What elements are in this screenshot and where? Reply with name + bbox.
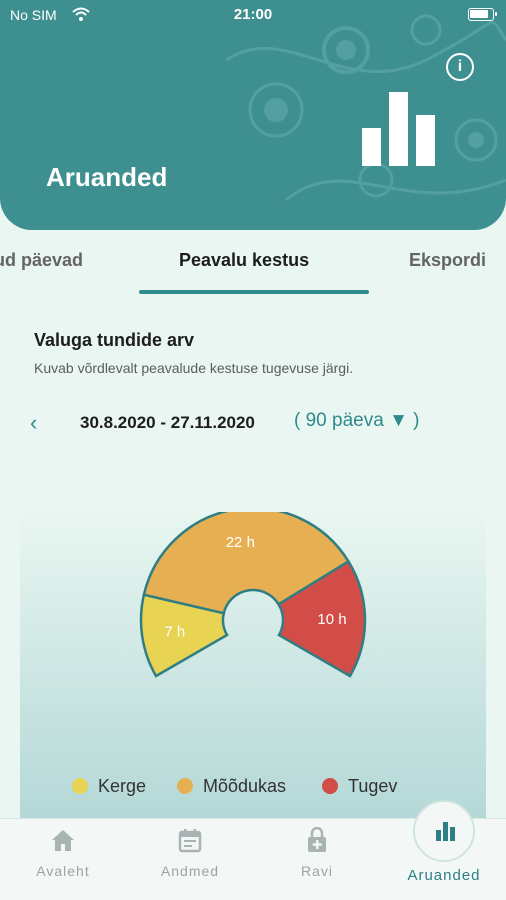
date-selector: ‹ 30.8.2020 - 27.11.2020 ( 90 päeva ▼ ) bbox=[0, 410, 506, 438]
bar-chart-icon bbox=[436, 822, 455, 841]
tab-bar-data[interactable]: Andmed bbox=[135, 819, 245, 900]
period-dropdown[interactable]: ( 90 päeva ▼ ) bbox=[294, 410, 419, 432]
legend-label-moodukas: Mõõdukas bbox=[203, 776, 287, 796]
duration-chart: 7 h 22 h 10 h bbox=[139, 512, 367, 678]
chart-data-label: 10 h bbox=[317, 611, 346, 628]
report-tabs: ud päevad Peavalu kestus Ekspordi bbox=[0, 240, 506, 296]
tab-bar-reports-label: Aruanded bbox=[407, 867, 481, 884]
clock: 21:00 bbox=[233, 6, 273, 23]
chart-card: 7 h 22 h 10 h bbox=[20, 512, 486, 818]
section-subtitle: Kuvab võrdlevalt peavalude kestuse tugev… bbox=[34, 360, 354, 376]
chart-data-label: 22 h bbox=[226, 534, 255, 551]
legend-label-kerge: Kerge bbox=[98, 776, 147, 796]
legend-item-kerge: Kerge bbox=[72, 776, 146, 797]
tab-indicator bbox=[139, 290, 369, 294]
legend-dot-kerge bbox=[72, 778, 88, 794]
tab-bar-treatment[interactable]: Ravi bbox=[262, 819, 372, 900]
tab-bar-treatment-label: Ravi bbox=[300, 863, 333, 879]
header: Aruanded i bbox=[0, 0, 506, 230]
bar-chart-icon bbox=[362, 92, 438, 166]
chevron-left-icon[interactable]: ‹ bbox=[30, 410, 37, 436]
date-range: 30.8.2020 - 27.11.2020 bbox=[80, 413, 255, 432]
legend-dot-tugev bbox=[322, 778, 338, 794]
legend-dot-moodukas bbox=[177, 778, 193, 794]
tab-export[interactable]: Ekspordi bbox=[409, 250, 486, 271]
tab-bar-reports-highlight bbox=[413, 800, 475, 862]
chart-data-label: 7 h bbox=[164, 624, 185, 641]
page-title: Aruanded bbox=[46, 162, 168, 192]
calendar-icon bbox=[178, 829, 202, 853]
legend-label-tugev: Tugev bbox=[348, 776, 398, 796]
tab-headache-duration[interactable]: Peavalu kestus bbox=[179, 250, 309, 271]
tab-bar-home-label: Avaleht bbox=[36, 863, 90, 879]
chart-legend: Kerge Mõõdukas Tugev bbox=[0, 776, 506, 802]
battery-icon bbox=[468, 8, 497, 21]
section-title: Valuga tundide arv bbox=[34, 330, 195, 350]
first-aid-icon bbox=[308, 827, 326, 852]
legend-item-tugev: Tugev bbox=[322, 776, 397, 797]
tab-days[interactable]: ud päevad bbox=[0, 250, 83, 271]
home-icon bbox=[52, 830, 74, 851]
info-icon[interactable]: i bbox=[446, 53, 474, 81]
tab-bar-data-label: Andmed bbox=[160, 863, 220, 879]
legend-item-moodukas: Mõõdukas bbox=[177, 776, 286, 797]
tab-bar-home[interactable]: Avaleht bbox=[8, 819, 118, 900]
status-bar: No SIM 21:00 bbox=[0, 0, 506, 30]
